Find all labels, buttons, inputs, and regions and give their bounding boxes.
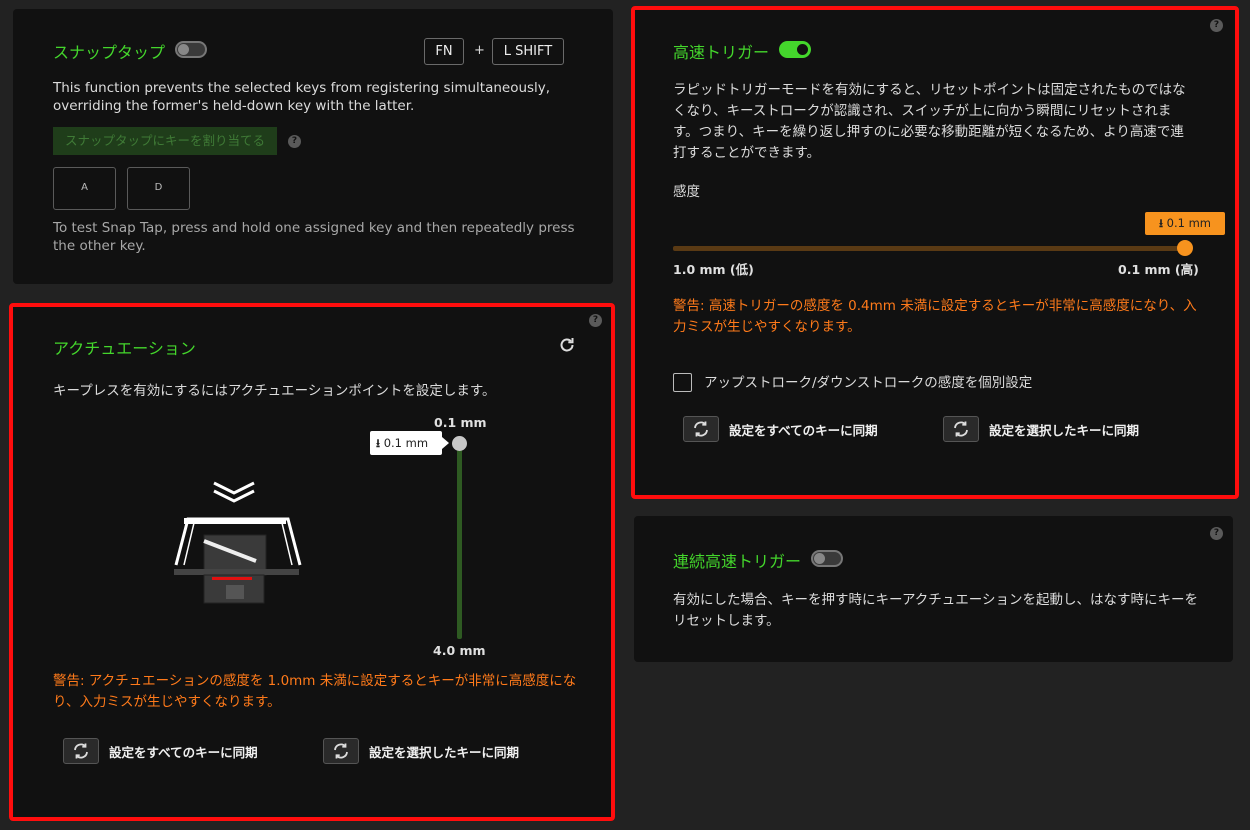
help-icon[interactable]: ? [1210, 19, 1223, 32]
rapid-sync-all-button[interactable]: 設定をすべてのキーに同期 [683, 416, 878, 442]
rapid-trigger-title: 高速トリガー [673, 43, 770, 62]
rapid-trigger-description: ラピッドトリガーモードを有効にすると、リセットポイントは固定されたものではなくな… [673, 82, 1186, 161]
help-icon[interactable]: ? [589, 314, 602, 327]
toggle-knob [814, 553, 825, 564]
help-icon[interactable]: ? [288, 135, 301, 148]
continuous-rapid-trigger-description: 有効にした場合、キーを押す時にキーアクチュエーションを起動し、はなす時にキーをリ… [673, 592, 1199, 629]
snap-tap-toggle[interactable] [175, 41, 207, 58]
plus-sign: + [474, 43, 485, 58]
sync-icon [683, 416, 719, 442]
separate-sensitivity-checkbox[interactable] [673, 373, 692, 392]
actuation-title: アクチュエーション [53, 339, 196, 358]
sensitivity-tooltip: ⭳ 0.1 mm [1145, 212, 1225, 235]
rapid-trigger-warning: 警告: 高速トリガーの感度を 0.4mm 未満に設定するとキーが非常に高感度にな… [673, 298, 1197, 335]
sync-selected-label: 設定を選択したキーに同期 [369, 744, 520, 760]
sensitivity-slider-handle[interactable] [1177, 240, 1193, 256]
snap-tap-title: スナップタップ [53, 43, 166, 62]
actuation-tooltip-value: 0.1 mm [383, 436, 429, 450]
actuation-bottom-label: 4.0 mm [433, 643, 486, 658]
actuation-slider-handle[interactable] [452, 436, 467, 451]
rapid-trigger-card: ? 高速トリガー ラピッドトリガーモードを有効にすると、リセットポイントは固定さ… [631, 6, 1239, 499]
sync-icon [943, 416, 979, 442]
actuation-sync-selected-button[interactable]: 設定を選択したキーに同期 [323, 738, 519, 764]
assigned-key-d[interactable]: D [127, 167, 190, 210]
actuation-warning: 警告: アクチュエーションの感度を 1.0mm 未満に設定するとキーが非常に高感… [53, 673, 577, 710]
toggle-knob [178, 44, 189, 55]
sensitivity-min-label: 1.0 mm (低) [673, 262, 754, 277]
snap-tap-card: スナップタップ FN + L SHIFT This function preve… [13, 9, 613, 284]
sensitivity-tooltip-value: 0.1 mm [1166, 216, 1212, 230]
continuous-rapid-trigger-toggle[interactable] [811, 550, 843, 567]
key-fn-chip: FN [424, 38, 464, 65]
actuation-top-label: 0.1 mm [434, 415, 487, 430]
toggle-knob [797, 44, 808, 55]
snap-tap-test-hint: To test Snap Tap, press and hold one ass… [53, 220, 575, 254]
switch-illustration [164, 473, 309, 608]
sync-icon [323, 738, 359, 764]
continuous-rapid-trigger-title: 連続高速トリガー [673, 552, 802, 571]
assigned-key-a[interactable]: A [53, 167, 116, 210]
actuation-card: ? アクチュエーション キープレスを有効にするにはアクチュエーションポイントを設… [9, 303, 615, 821]
sync-all-label: 設定をすべてのキーに同期 [109, 744, 258, 760]
sync-icon [63, 738, 99, 764]
sync-all-label: 設定をすべてのキーに同期 [729, 422, 878, 438]
separate-sensitivity-label[interactable]: アップストローク/ダウンストロークの感度を個別設定 [704, 373, 1032, 394]
rapid-sync-selected-button[interactable]: 設定を選択したキーに同期 [943, 416, 1139, 442]
help-icon[interactable]: ? [1210, 527, 1223, 540]
actuation-slider-track[interactable] [457, 443, 462, 639]
actuation-description: キープレスを有効にするにはアクチュエーションポイントを設定します。 [53, 383, 496, 399]
arrow-down-icon: ⭳ [376, 436, 381, 450]
key-lshift-chip: L SHIFT [492, 38, 564, 65]
assign-keys-button[interactable]: スナップタップにキーを割り当てる [53, 127, 277, 155]
arrow-down-icon: ⭳ [1158, 216, 1163, 230]
sensitivity-max-label: 0.1 mm (高) [1118, 262, 1199, 277]
actuation-sync-all-button[interactable]: 設定をすべてのキーに同期 [63, 738, 258, 764]
sensitivity-label: 感度 [673, 184, 700, 200]
sync-selected-label: 設定を選択したキーに同期 [989, 422, 1140, 438]
snap-tap-description: This function prevents the selected keys… [53, 80, 551, 114]
sensitivity-slider-track[interactable] [673, 246, 1185, 251]
actuation-tooltip: ⭳ 0.1 mm [370, 431, 442, 455]
tooltip-pointer [442, 437, 449, 449]
continuous-rapid-trigger-card: ? 連続高速トリガー 有効にした場合、キーを押す時にキーアクチュエーションを起動… [634, 516, 1233, 662]
reset-icon[interactable] [557, 335, 577, 355]
rapid-trigger-toggle[interactable] [779, 41, 811, 58]
